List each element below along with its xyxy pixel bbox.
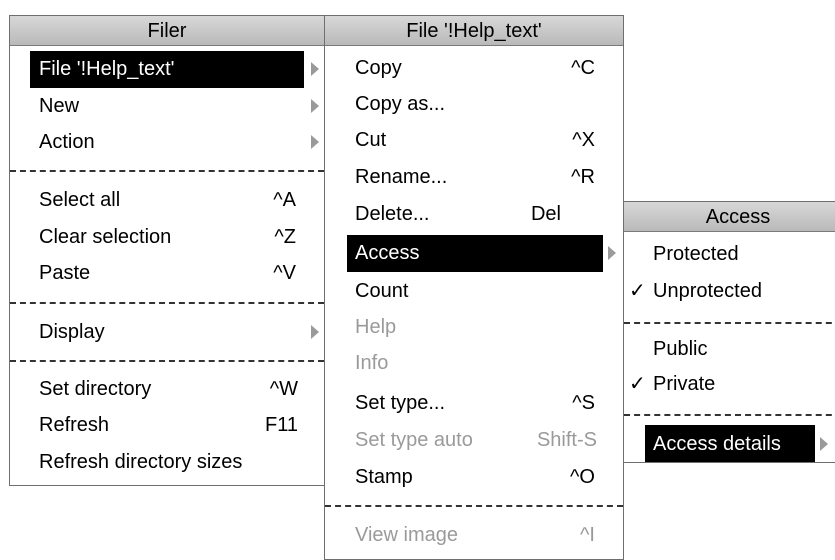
menu-item-label: Set type... [355,392,446,414]
menu-item-label: Unprotected [653,280,762,302]
menu-item-cut[interactable]: Cut ^X [325,124,623,161]
menu-item-set-directory[interactable]: Set directory ^W [10,372,324,409]
menu-item-shortcut: Shift-S [536,429,597,451]
menu-item-shortcut: ^A [273,189,296,211]
menu-separator [624,414,835,416]
menu-item-label: Stamp [355,466,413,488]
menu-separator [10,360,324,362]
menu-item-rename[interactable]: Rename... ^R [325,161,623,198]
menu-item-action[interactable]: Action [10,124,324,161]
menu-item-label: Copy as... [355,93,446,115]
menu-item-label: Cut [355,129,387,151]
menu-item-shortcut: ^W [269,378,298,400]
submenu-arrow-icon [311,62,319,76]
submenu-arrow-icon [820,437,828,451]
submenu-arrow-icon [311,135,319,149]
menu-item-label: Delete... [355,203,430,225]
menu-item-label: Clear selection [39,226,172,248]
menu-item-label: New [39,95,80,117]
menu-item-label: View image [355,524,459,546]
menu-item-shortcut: ^O [570,466,595,488]
menu-item-view-image: View image ^I [325,515,623,552]
submenu-arrow-icon [311,325,319,339]
menu-item-shortcut: F11 [265,414,298,436]
menu-item-label: Refresh [39,414,110,436]
menu-item-label: Copy [355,57,402,79]
menu-item-label: Rename... [355,166,448,188]
menu-item-paste[interactable]: Paste ^V [10,257,324,294]
menu-item-label: Access details [653,433,781,455]
menu-item-label: Set directory [39,378,152,400]
menu-item-copy-as[interactable]: Copy as... [325,88,623,125]
menu-item-public[interactable]: Public [624,332,835,369]
menu-item-label: Info [355,352,389,374]
filer-menu-title: Filer [10,16,324,46]
menu-item-copy[interactable]: Copy ^C [325,51,623,88]
menu-item-clear-selection[interactable]: Clear selection ^Z [10,221,324,258]
file-menu-title: File '!Help_text' [325,16,623,46]
access-menu-title: Access [624,202,835,232]
menu-item-label: Help [355,316,397,338]
menu-item-access[interactable]: Access [325,235,623,272]
checkmark-icon: ✓ [629,280,646,302]
submenu-arrow-icon [311,99,319,113]
file-menu: File '!Help_text' Copy ^C Copy as... Cut… [324,15,624,560]
menu-item-display[interactable]: Display [10,314,324,351]
menu-item-private[interactable]: ✓ Private [624,368,835,405]
menu-item-set-type-auto: Set type auto Shift-S [325,419,623,456]
menu-separator [325,505,623,507]
menu-item-label: Public [653,338,708,360]
menu-item-protected[interactable]: Protected [624,237,835,274]
menu-item-label: Private [653,373,716,395]
menu-item-new[interactable]: New [10,88,324,125]
menu-separator [10,170,324,172]
menu-item-info: Info [325,345,623,382]
menu-item-set-type[interactable]: Set type... ^S [325,382,623,419]
menu-item-label: Select all [39,189,121,211]
menu-item-shortcut: ^X [572,129,595,151]
menu-item-count[interactable]: Count [325,272,623,309]
menu-item-label: Display [39,321,105,343]
menu-item-shortcut: ^I [580,524,595,546]
menu-item-label: Protected [653,243,739,265]
menu-item-label: Refresh directory sizes [39,451,243,473]
menu-item-select-all[interactable]: Select all ^A [10,184,324,221]
menu-item-shortcut: ^S [572,392,595,414]
menu-item-shortcut: ^Z [274,226,296,248]
menu-item-help: Help [325,309,623,346]
menu-item-shortcut: ^C [571,57,595,79]
menu-item-file-help-text[interactable]: File '!Help_text' [10,51,324,88]
menu-item-refresh[interactable]: Refresh F11 [10,409,324,446]
menu-item-label: Set type auto [355,429,473,451]
menu-item-label: Access [355,242,420,264]
menu-item-unprotected[interactable]: ✓ Unprotected [624,274,835,311]
menu-item-label: Paste [39,262,91,284]
menu-separator [624,322,835,324]
menu-separator [10,302,324,304]
filer-menu: Filer File '!Help_text' New Action Selec… [9,15,325,486]
access-menu: Access Protected ✓ Unprotected Public ✓ … [623,201,835,463]
menu-item-shortcut: Del [530,203,561,225]
menu-item-refresh-directory-sizes[interactable]: Refresh directory sizes [10,446,324,483]
menu-item-shortcut: ^V [273,262,296,284]
submenu-arrow-icon [608,246,616,260]
menu-item-access-details[interactable]: Access details [624,425,835,462]
menu-item-shortcut: ^R [571,166,595,188]
menu-item-label: Action [39,131,95,153]
menu-item-delete[interactable]: Delete... Del [325,198,623,235]
checkmark-icon: ✓ [629,373,646,395]
menu-item-stamp[interactable]: Stamp ^O [325,456,623,493]
menu-item-label: Count [355,280,409,302]
menu-item-label: File '!Help_text' [39,58,175,80]
